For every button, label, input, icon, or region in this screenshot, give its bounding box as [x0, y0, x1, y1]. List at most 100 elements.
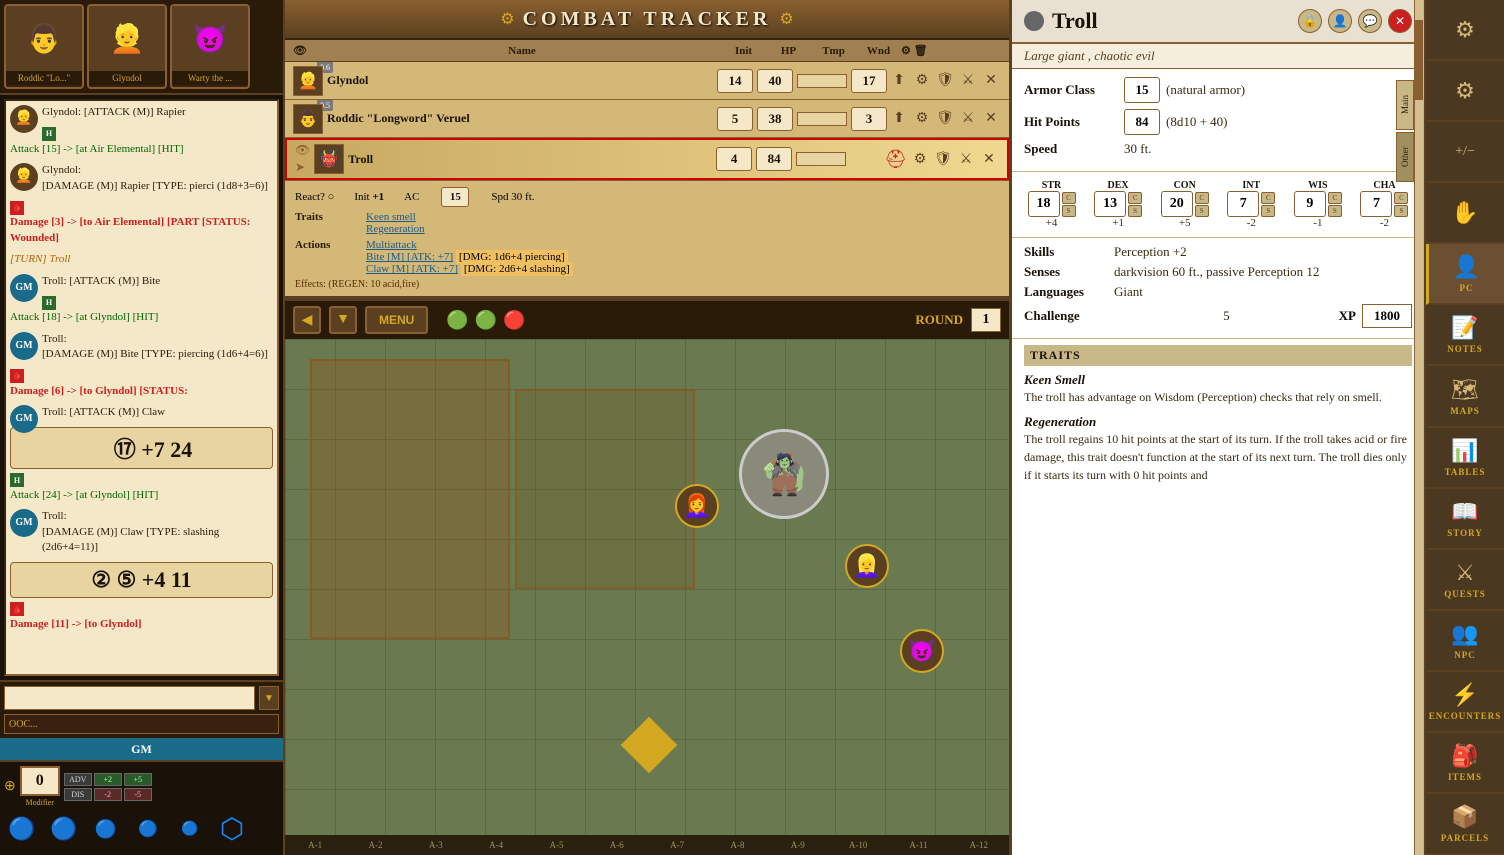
cha-value[interactable]: 7 [1360, 191, 1392, 217]
d20-4[interactable]: 🔵 [130, 811, 166, 847]
wnd-roddic[interactable]: 3 [851, 107, 887, 131]
d20-5[interactable]: 🔵 [172, 811, 208, 847]
combatant-row-roddic[interactable]: 0.5 👨 Roddic "Longword" Veruel 5 38 3 ⬆ … [285, 100, 1009, 138]
int-s-btn[interactable]: S [1261, 205, 1275, 217]
map-token-hero2[interactable]: 👱‍♀️ [845, 544, 889, 588]
init-troll[interactable]: 4 [716, 147, 752, 171]
portrait-roddic[interactable]: 👨 Roddic "Lo..." [4, 4, 84, 89]
chat-log[interactable]: 👱 Glyndol: [ATTACK (M)] Rapier H Attack … [4, 99, 279, 676]
d20-6[interactable]: ⬡ [214, 811, 250, 847]
hp-troll[interactable]: 84 [756, 147, 792, 171]
up-icon-roddic[interactable]: ⬆ [889, 109, 909, 129]
right-btn-npc[interactable]: 👥 NPC [1426, 611, 1504, 672]
str-c-btn[interactable]: C [1062, 192, 1076, 204]
menu-button[interactable]: MENU [365, 306, 428, 334]
d20-2[interactable]: 🔵 [46, 811, 82, 847]
shield-icon-glyndol[interactable]: 🛡 [935, 71, 955, 91]
chat-input[interactable] [4, 686, 255, 710]
dex-value[interactable]: 13 [1094, 191, 1126, 217]
hp-glyndol[interactable]: 40 [757, 69, 793, 93]
wis-c-btn[interactable]: C [1328, 192, 1342, 204]
add-dice-btn[interactable]: ⊕ [4, 778, 16, 795]
troll-arrow-icon[interactable]: ➤ [295, 160, 310, 175]
gear-icon-glyndol[interactable]: ⚙ [912, 71, 932, 91]
right-btn-pc[interactable]: 👤 PC [1426, 244, 1504, 305]
d20-1[interactable]: 🔵 [4, 811, 40, 847]
right-btn-hand[interactable]: ✋ [1426, 183, 1504, 244]
plus5-btn[interactable]: +5 [124, 773, 152, 786]
con-value[interactable]: 20 [1161, 191, 1193, 217]
right-btn-maps[interactable]: 🗺 MAPS [1426, 366, 1504, 427]
speech-icon[interactable]: 💬 [1358, 9, 1382, 33]
modifier-display: 0 Modifier [20, 766, 60, 807]
trait-regeneration[interactable]: Regeneration [366, 223, 425, 235]
prev-nav-btn[interactable]: ◀ [293, 306, 321, 334]
armor-class-value[interactable]: 15 [1124, 77, 1160, 103]
x-icon-roddic[interactable]: ✕ [981, 109, 1001, 129]
minus5-btn[interactable]: -5 [124, 788, 152, 801]
str-value[interactable]: 18 [1028, 191, 1060, 217]
battle-map[interactable]: 🧌 👩‍🦰 👱‍♀️ 😈 A-1 A-2 A-3 A-4 [285, 339, 1009, 855]
person-icon[interactable]: 👤 [1328, 9, 1352, 33]
combatant-row-glyndol[interactable]: 0.6 👱 Glyndol 14 40 17 ⬆ ⚙ 🛡 ⚔ ✕ [285, 62, 1009, 100]
down-nav-btn[interactable]: ▼ [329, 306, 357, 334]
troll-eye-icon[interactable]: 👁 [295, 143, 310, 158]
portrait-warty[interactable]: 😈 Warty the ... [170, 4, 250, 89]
up-icon-glyndol[interactable]: ⬆ [889, 71, 909, 91]
lock-icon[interactable]: 🔒 [1298, 9, 1322, 33]
init-glyndol[interactable]: 14 [717, 69, 753, 93]
x-icon-troll[interactable]: ✕ [979, 149, 999, 169]
right-btn-notes[interactable]: 📝 NOTES [1426, 305, 1504, 366]
str-s-btn[interactable]: S [1062, 205, 1076, 217]
combatant-row-troll[interactable]: 👁 ➤ 👹 Troll 4 84 ⛑ ⚙ 🛡 ⚔ ✕ [285, 138, 1009, 180]
trait-keen-smell[interactable]: Keen smell [366, 211, 425, 223]
gear-icon-roddic[interactable]: ⚙ [912, 109, 932, 129]
init-roddic[interactable]: 5 [717, 107, 753, 131]
sword-icon-roddic[interactable]: ⚔ [958, 109, 978, 129]
dex-s-btn[interactable]: S [1128, 205, 1142, 217]
wnd-glyndol[interactable]: 17 [851, 69, 887, 93]
right-btn-settings-1[interactable]: ⚙ [1426, 0, 1504, 61]
sword-icon-troll[interactable]: ⚔ [956, 149, 976, 169]
right-btn-settings-2[interactable]: ⚙ [1426, 61, 1504, 122]
portrait-glyndol[interactable]: 👱 Glyndol [87, 4, 167, 89]
map-token-troll[interactable]: 🧌 [739, 429, 829, 519]
helmet-icon-troll[interactable]: ⛑ [884, 149, 907, 170]
map-token-hero3[interactable]: 😈 [900, 629, 944, 673]
cha-s-btn[interactable]: S [1394, 205, 1408, 217]
wis-value[interactable]: 9 [1294, 191, 1326, 217]
hp-roddic[interactable]: 38 [757, 107, 793, 131]
int-value[interactable]: 7 [1227, 191, 1259, 217]
right-btn-quests[interactable]: ⚔ QUESTS [1426, 550, 1504, 611]
tab-main[interactable]: Main [1396, 80, 1414, 130]
wis-s-btn[interactable]: S [1328, 205, 1342, 217]
hit-points-value[interactable]: 84 [1124, 109, 1160, 135]
right-btn-parcels[interactable]: 📦 PARCELS [1426, 794, 1504, 855]
con-s-btn[interactable]: S [1195, 205, 1209, 217]
right-btn-story[interactable]: 📖 STORY [1426, 489, 1504, 550]
con-mod: +5 [1179, 217, 1191, 229]
right-btn-plusminus[interactable]: +/− [1426, 122, 1504, 183]
tab-other[interactable]: Other [1396, 132, 1414, 182]
map-token-hero1[interactable]: 👩‍🦰 [675, 484, 719, 528]
action-claw[interactable]: Claw [M] [ATK: +7] [DMG: 2d6+4 slashing] [366, 263, 573, 275]
chat-dropdown-btn[interactable]: ▼ [259, 686, 279, 710]
cha-c-btn[interactable]: C [1394, 192, 1408, 204]
gear-icon-troll[interactable]: ⚙ [910, 149, 930, 169]
right-btn-tables[interactable]: 📊 TABLES [1426, 428, 1504, 489]
shield-icon-roddic[interactable]: 🛡 [935, 109, 955, 129]
right-btn-items[interactable]: 🎒 ITEMS [1426, 733, 1504, 794]
minus2-btn[interactable]: -2 [94, 788, 122, 801]
dex-c-btn[interactable]: C [1128, 192, 1142, 204]
hit-badge-3: H [10, 473, 24, 487]
int-c-btn[interactable]: C [1261, 192, 1275, 204]
d20-3[interactable]: 🔵 [88, 811, 124, 847]
right-btn-encounters[interactable]: ⚡ ENCOUNTERS [1426, 672, 1504, 733]
x-icon-glyndol[interactable]: ✕ [981, 71, 1001, 91]
scroll-indicator[interactable] [1414, 0, 1424, 855]
close-panel-btn[interactable]: ✕ [1388, 9, 1412, 33]
con-c-btn[interactable]: C [1195, 192, 1209, 204]
plus2-btn[interactable]: +2 [94, 773, 122, 786]
sword-icon-glyndol[interactable]: ⚔ [958, 71, 978, 91]
shield-icon-troll[interactable]: 🛡 [933, 149, 953, 169]
